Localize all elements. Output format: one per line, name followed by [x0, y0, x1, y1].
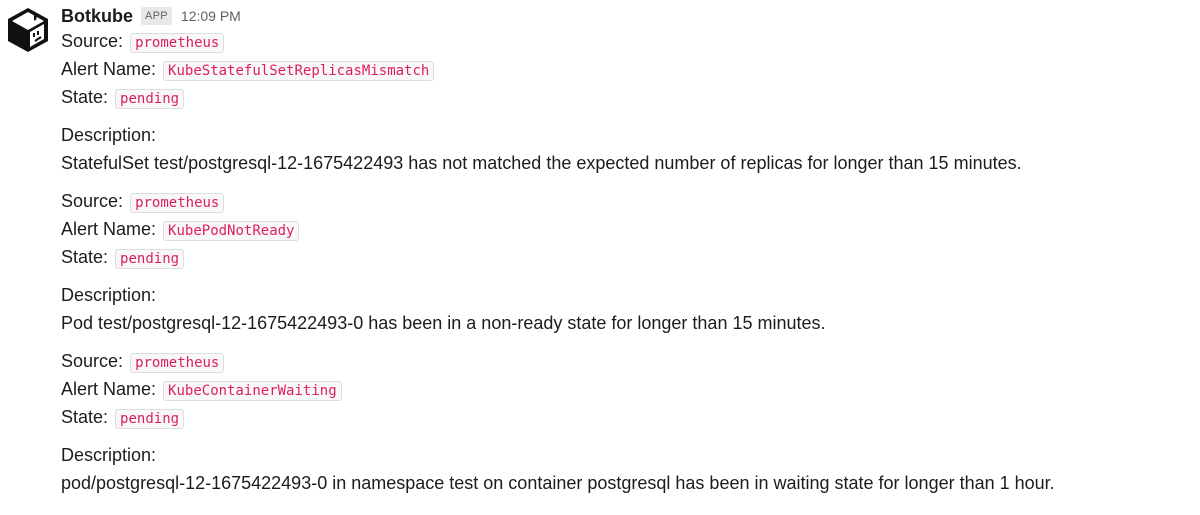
state-line: State: pending [61, 403, 1200, 431]
state-label: State: [61, 247, 109, 267]
description-text: pod/postgresql-12-1675422493-0 in namesp… [61, 473, 1055, 493]
state-value: pending [115, 249, 185, 269]
alert-name-label: Alert Name: [61, 379, 157, 399]
alert-name-value: KubeStatefulSetReplicasMismatch [163, 61, 435, 81]
alert-block: Source: prometheus Alert Name: KubeConta… [61, 347, 1200, 497]
state-value: pending [115, 89, 185, 109]
description-text: Pod test/postgresql-12-1675422493-0 has … [61, 313, 826, 333]
source-label: Source: [61, 351, 124, 371]
source-value: prometheus [130, 33, 225, 53]
alert-name-label: Alert Name: [61, 59, 157, 79]
source-line: Source: prometheus [61, 187, 1200, 215]
state-label: State: [61, 407, 109, 427]
description-label: Description: [61, 445, 157, 465]
alert-name-line: Alert Name: KubeStatefulSetReplicasMisma… [61, 55, 1200, 83]
source-value: prometheus [130, 193, 225, 213]
state-value: pending [115, 409, 185, 429]
alert-name-value: KubeContainerWaiting [163, 381, 342, 401]
message-header: Botkube APP 12:09 PM [61, 5, 1200, 27]
message-content: Botkube APP 12:09 PM Source: prometheus … [61, 5, 1200, 497]
state-label: State: [61, 87, 109, 107]
alert-name-label: Alert Name: [61, 219, 157, 239]
alert-block: Source: prometheus Alert Name: KubePodNo… [61, 187, 1200, 337]
state-line: State: pending [61, 83, 1200, 111]
alert-name-value: KubePodNotReady [163, 221, 300, 241]
source-line: Source: prometheus [61, 27, 1200, 55]
message-timestamp[interactable]: 12:09 PM [181, 8, 241, 24]
source-label: Source: [61, 31, 124, 51]
app-badge: APP [141, 7, 172, 25]
alert-block: Source: prometheus Alert Name: KubeState… [61, 27, 1200, 177]
description-label: Description: [61, 125, 157, 145]
botkube-logo-icon[interactable] [6, 6, 50, 54]
chat-message: Botkube APP 12:09 PM Source: prometheus … [0, 0, 1200, 515]
source-line: Source: prometheus [61, 347, 1200, 375]
alert-name-line: Alert Name: KubeContainerWaiting [61, 375, 1200, 403]
alert-name-line: Alert Name: KubePodNotReady [61, 215, 1200, 243]
description-label: Description: [61, 285, 157, 305]
description-text: StatefulSet test/postgresql-12-167542249… [61, 153, 1022, 173]
sender-name[interactable]: Botkube [61, 6, 133, 27]
state-line: State: pending [61, 243, 1200, 271]
source-value: prometheus [130, 353, 225, 373]
source-label: Source: [61, 191, 124, 211]
